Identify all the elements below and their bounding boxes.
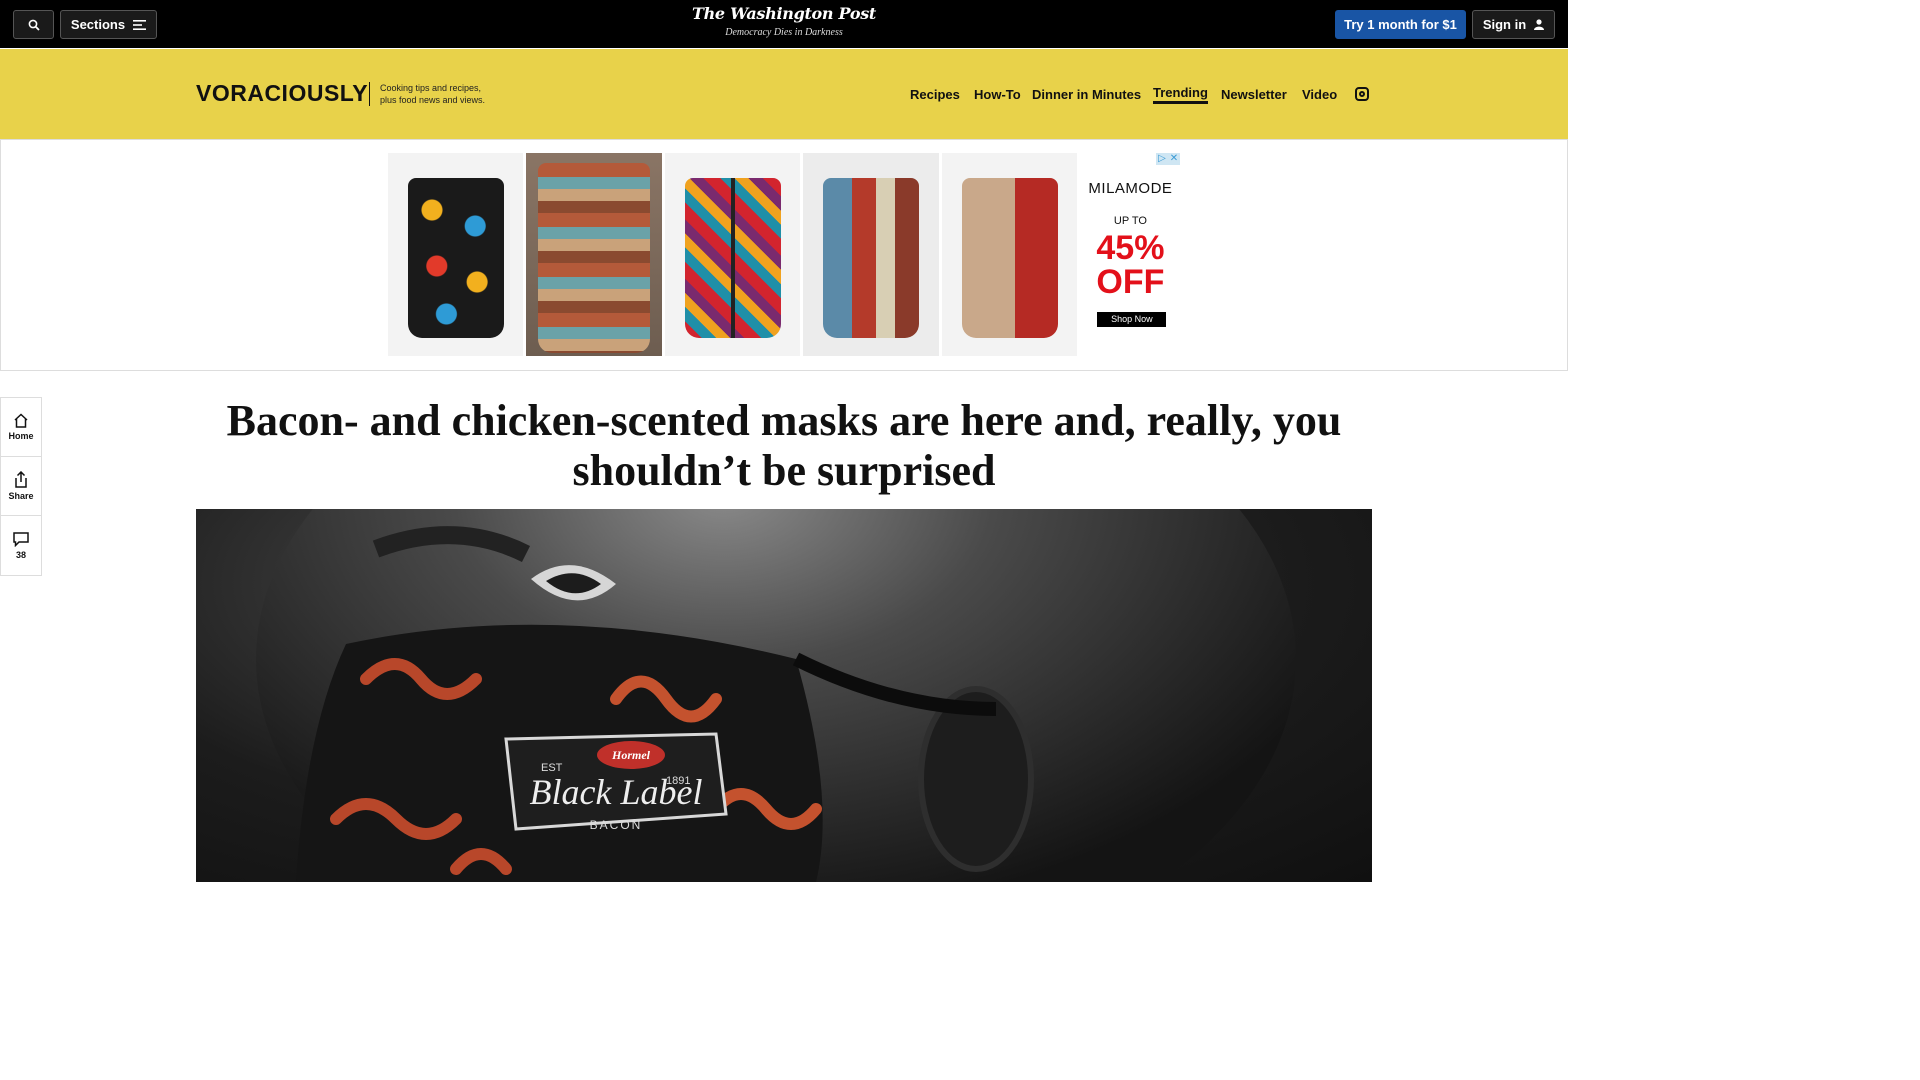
nav-how-to[interactable]: How-To — [974, 87, 1021, 102]
subscribe-button[interactable]: Try 1 month for $1 — [1335, 10, 1466, 39]
ad-product-image[interactable] — [526, 153, 662, 356]
article-hero-image: Hormel EST 1891 Black Label BACON — [196, 509, 1372, 882]
share-icon — [15, 471, 27, 488]
subscribe-label: Try 1 month for $1 — [1344, 17, 1457, 32]
brand-divider — [369, 82, 370, 106]
rail-comments[interactable]: 38 — [1, 516, 41, 575]
voraciously-logo[interactable]: VORACIOUSLY — [196, 80, 368, 107]
masthead[interactable]: The Washington Post Democracy Dies in Da… — [684, 4, 884, 38]
nav-video[interactable]: Video — [1302, 87, 1337, 102]
search-button[interactable] — [13, 10, 54, 39]
rail-share[interactable]: Share — [1, 457, 41, 516]
menu-icon — [133, 19, 147, 30]
article-headline: Bacon- and chicken-scented masks are her… — [226, 396, 1342, 495]
ad-choices[interactable]: ▷ ✕ — [1156, 153, 1180, 165]
ad-percent: 45% OFF — [1096, 229, 1165, 301]
comment-icon — [13, 531, 29, 547]
rail-home[interactable]: Home — [1, 398, 41, 457]
ad-product-image[interactable] — [941, 153, 1078, 356]
rail-share-label: Share — [8, 491, 34, 501]
nav-trending[interactable]: Trending — [1153, 85, 1208, 104]
rail-home-label: Home — [8, 431, 34, 441]
site-tagline: Democracy Dies in Darkness — [725, 27, 843, 38]
ad-up-to: UP TO — [1113, 215, 1147, 227]
nav-newsletter[interactable]: Newsletter — [1221, 87, 1287, 102]
ad-brand: MILAMODE — [1088, 180, 1173, 197]
home-icon — [14, 413, 28, 428]
ad-product-image[interactable] — [803, 153, 939, 356]
ad-shop-now-button[interactable]: Shop Now — [1097, 312, 1167, 327]
site-logo[interactable]: The Washington Post — [684, 4, 884, 23]
ad-copy[interactable]: MILAMODE UP TO 45% OFF Shop Now — [1080, 153, 1181, 356]
hero-sub-text: BACON — [590, 818, 643, 832]
search-icon — [28, 19, 40, 31]
top-bar: Sections The Washington Post Democracy D… — [0, 0, 1568, 48]
ad-product-image[interactable] — [664, 153, 801, 356]
hero-brand-text: Hormel — [611, 748, 651, 762]
left-rail: Home Share 38 — [0, 397, 42, 576]
hero-illustration: Hormel EST 1891 Black Label BACON — [256, 509, 1296, 882]
sections-button[interactable]: Sections — [60, 10, 157, 39]
hero-product-text: Black Label — [530, 772, 703, 812]
nav-dinner-in-minutes[interactable]: Dinner in Minutes — [1032, 87, 1141, 102]
sign-in-label: Sign in — [1482, 17, 1527, 32]
instagram-icon[interactable] — [1355, 87, 1369, 101]
user-icon — [1534, 19, 1545, 30]
section-header: VORACIOUSLY Cooking tips and recipes, pl… — [0, 49, 1568, 139]
nav-recipes[interactable]: Recipes — [910, 87, 960, 102]
advertisement[interactable]: MILAMODE UP TO 45% OFF Shop Now — [388, 153, 1181, 356]
ad-close-icon[interactable]: ✕ — [1168, 153, 1180, 165]
ad-product-image[interactable] — [388, 153, 524, 356]
sections-label: Sections — [70, 17, 126, 32]
sign-in-button[interactable]: Sign in — [1472, 10, 1555, 39]
rail-comments-count: 38 — [15, 549, 26, 560]
adchoices-icon[interactable]: ▷ — [1156, 153, 1168, 165]
section-description: Cooking tips and recipes, plus food news… — [380, 83, 486, 105]
